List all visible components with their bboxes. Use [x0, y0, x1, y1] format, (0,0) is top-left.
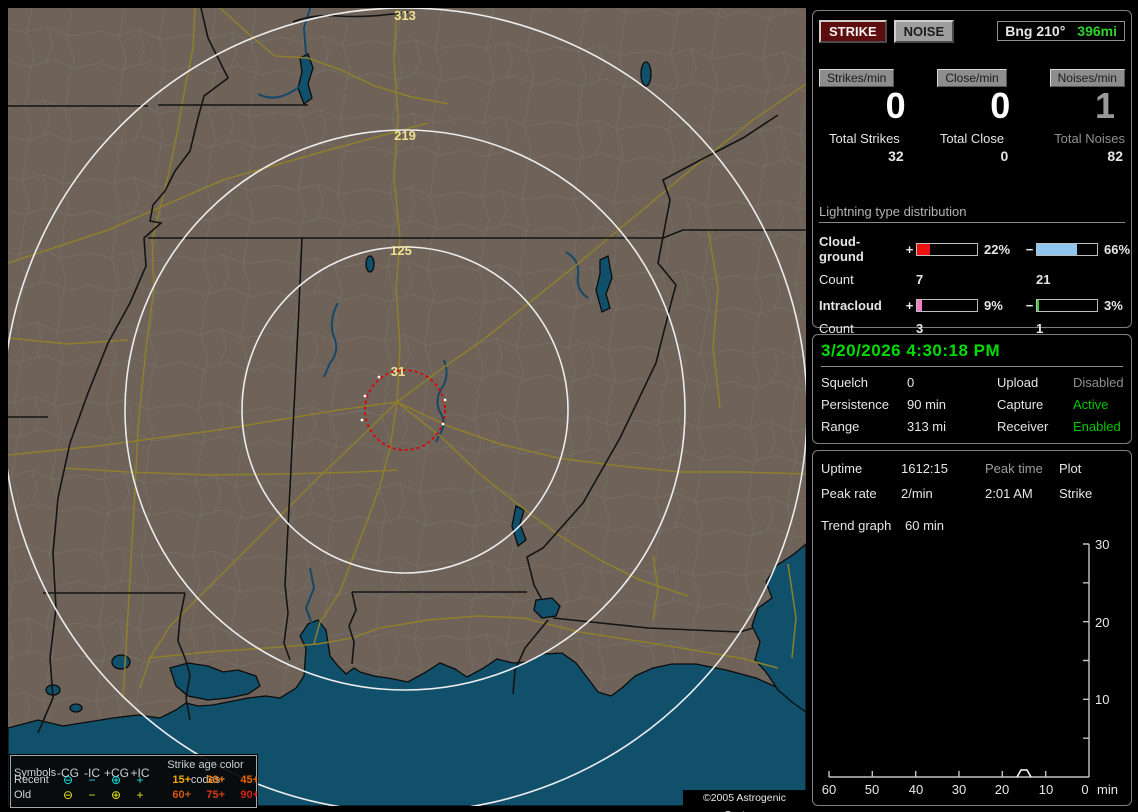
svg-text:10: 10: [1039, 782, 1053, 797]
recent-neg-ic-icon: −: [88, 773, 96, 787]
upload-label: Upload: [997, 375, 1039, 390]
symbol-legend: Symbols -CG -IC +CG +IC Strike age color…: [9, 754, 259, 809]
ic-neg-pct: 3%: [1104, 298, 1123, 313]
distribution-title: Lightning type distribution: [819, 204, 1125, 223]
bearing-distance: 396mi: [1077, 23, 1117, 39]
ring-label-125: 125: [390, 243, 412, 258]
age-75: 75+: [206, 789, 225, 801]
map-canvas: 313 219 125 31: [8, 8, 806, 806]
receiver-label: Receiver: [997, 419, 1049, 434]
capture-label: Capture: [997, 397, 1044, 412]
legend-recent-label: Recent: [14, 774, 49, 786]
svg-text:20: 20: [995, 782, 1009, 797]
svg-text:30: 30: [952, 782, 966, 797]
bearing-readout: Bng 210° 396mi: [997, 21, 1125, 41]
ic-pos-pct: 9%: [984, 298, 1003, 313]
trend-series-strike: [1016, 769, 1032, 778]
total-noises-label: Total Noises: [1054, 131, 1125, 146]
trend-axes: [828, 543, 1090, 778]
counters-panel: STRIKE NOISE Bng 210° 396mi Strikes/min C…: [812, 10, 1132, 336]
trend-panel: Uptime 1612:15 Peak time Plot Peak rate …: [812, 450, 1132, 806]
old-neg-ic-icon: −: [88, 788, 96, 802]
age-30: 30+: [206, 774, 225, 786]
recent-pos-cg-icon: ⊕: [110, 773, 122, 787]
svg-text:40: 40: [909, 782, 923, 797]
noises-per-min-value: 1: [1094, 85, 1115, 126]
range-label: Range: [821, 419, 860, 434]
lightning-map[interactable]: 313 219 125 31 Symbols -CG -IC +CG +IC S…: [8, 8, 806, 812]
receiver-status: Enabled: [1073, 419, 1121, 434]
trend-tick-labels: 30 20 10 60 50 40 30 20 10 0 min: [822, 537, 1118, 797]
svg-text:0: 0: [1081, 782, 1088, 797]
cg-neg-pct: 66%: [1104, 241, 1131, 257]
noise-button[interactable]: NOISE: [893, 19, 955, 43]
ic-minus-sign: −: [1025, 298, 1034, 313]
cg-pos-count: 7: [916, 272, 924, 287]
nexstorm-app: 313 219 125 31 Symbols -CG -IC +CG +IC S…: [0, 0, 1138, 812]
cg-neg-count: 21: [1036, 272, 1051, 287]
trend-chart: 30 20 10 60 50 40 30 20 10 0 min: [822, 537, 1118, 797]
svg-text:10: 10: [1095, 692, 1109, 707]
strikes-per-min-value: 0: [885, 85, 906, 126]
total-strikes-label: Total Strikes: [829, 131, 900, 146]
old-pos-cg-icon: ⊕: [110, 788, 122, 802]
persistence-label: Persistence: [821, 397, 889, 412]
squelch-value: 0: [907, 375, 915, 390]
datetime-display: 3/20/2026 4:30:18 PM: [821, 341, 1123, 367]
cg-pos-bar: [916, 242, 978, 256]
legend-old-label: Old: [14, 789, 32, 801]
ring-label-313: 313: [394, 8, 416, 23]
status-panel: 3/20/2026 4:30:18 PM Squelch 0 Upload Di…: [812, 334, 1132, 444]
ring-label-31: 31: [391, 364, 405, 379]
svg-text:60: 60: [822, 782, 836, 797]
strike-button[interactable]: STRIKE: [819, 19, 887, 43]
svg-text:50: 50: [865, 782, 879, 797]
svg-text:min: min: [1097, 782, 1118, 797]
capture-status: Active: [1073, 397, 1109, 412]
range-value: 313 mi: [907, 419, 947, 434]
squelch-label: Squelch: [821, 375, 868, 390]
svg-text:20: 20: [1095, 615, 1109, 630]
total-strikes-value: 32: [888, 148, 904, 164]
persistence-value: 90 min: [907, 397, 947, 412]
age-90: 90+: [240, 789, 259, 801]
bearing-label: Bng 210°: [1005, 23, 1066, 39]
age-15: 15+: [172, 774, 191, 786]
old-pos-ic-icon: +: [136, 788, 144, 802]
cloud-ground-label: Cloud-ground: [819, 234, 864, 264]
cg-neg-bar: [1036, 242, 1098, 256]
intracloud-label: Intracloud: [819, 298, 882, 313]
ring-label-219: 219: [394, 128, 416, 143]
cg-pos-pct: 22%: [984, 241, 1011, 257]
age-45: 45+: [240, 774, 259, 786]
recent-neg-cg-icon: ⊖: [62, 773, 74, 787]
total-close-label: Total Close: [939, 131, 1005, 146]
copyright-notice: ©2005 Astrogenic Systems: [683, 790, 806, 812]
total-noises-value: 82: [1107, 148, 1123, 164]
cg-plus-sign: +: [905, 241, 914, 257]
total-close-value: 0: [1000, 148, 1009, 164]
strikes-per-min-chip: Strikes/min: [819, 69, 895, 87]
close-per-min-value: 0: [990, 85, 1011, 126]
ic-pos-bar: [916, 299, 978, 312]
cg-minus-sign: −: [1025, 241, 1034, 257]
ic-plus-sign: +: [905, 298, 914, 313]
svg-text:30: 30: [1095, 537, 1109, 552]
age-60: 60+: [172, 789, 191, 801]
ic-neg-bar: [1036, 299, 1098, 312]
recent-pos-ic-icon: +: [136, 773, 144, 787]
cg-count-label: Count: [819, 272, 854, 287]
old-neg-cg-icon: ⊖: [62, 788, 74, 802]
upload-status: Disabled: [1073, 375, 1124, 390]
